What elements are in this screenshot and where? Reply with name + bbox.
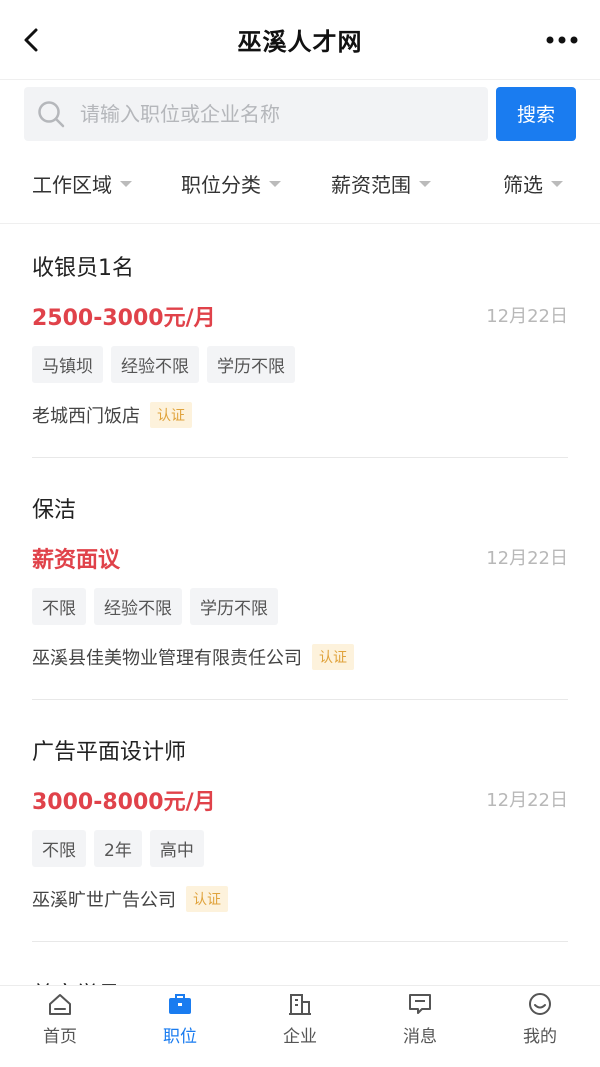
profile-icon (529, 993, 551, 1015)
back-arrow-icon[interactable] (18, 26, 46, 54)
job-card[interactable]: 广告平面设计师 3000-8000元/月 12月22日 不限 2年 高中 巫溪旷… (32, 700, 568, 942)
page-title: 巫溪人才网 (237, 28, 363, 56)
filter-salary-range[interactable]: 薪资范围 (331, 169, 431, 198)
filter-label: 薪资范围 (331, 173, 411, 197)
caret-down-icon (419, 180, 431, 187)
filter-label: 工作区域 (32, 173, 112, 197)
company-row: 巫溪县佳美物业管理有限责任公司 认证 (32, 644, 354, 670)
more-icon[interactable] (544, 30, 580, 50)
company-name: 老城西门饭店 (32, 406, 140, 427)
top-bar: 巫溪人才网 (0, 0, 600, 80)
job-tag: 高中 (149, 830, 204, 867)
company-name: 巫溪旷世广告公司 (32, 890, 176, 911)
job-tag: 经验不限 (111, 346, 199, 383)
job-title: 收银员1名 (32, 256, 134, 281)
filter-work-area[interactable]: 工作区域 (32, 169, 132, 198)
job-title: 广告平面设计师 (32, 740, 187, 765)
search-box[interactable] (24, 86, 488, 141)
job-tag: 学历不限 (207, 346, 295, 383)
job-tag: 学历不限 (190, 588, 278, 625)
caret-down-icon (120, 180, 132, 187)
verified-badge: 认证 (312, 644, 354, 670)
verified-badge: 认证 (150, 402, 192, 428)
job-tag: 经验不限 (94, 588, 182, 625)
company-row: 老城西门饭店 认证 (32, 402, 192, 428)
briefcase-icon (169, 994, 191, 1014)
tab-jobs[interactable]: 职位 (120, 986, 240, 1055)
job-tags: 马镇坝 经验不限 学历不限 (32, 346, 303, 383)
tab-label: 企业 (283, 1027, 317, 1047)
filter-label: 筛选 (503, 173, 543, 197)
bottom-tab-bar: 首页 职位 企业 消息 我的 (0, 985, 600, 1055)
job-date: 12月22日 (486, 790, 568, 811)
tab-profile[interactable]: 我的 (480, 986, 600, 1055)
tab-label: 消息 (403, 1027, 437, 1047)
tab-label: 职位 (163, 1027, 197, 1047)
company-row: 巫溪旷世广告公司 认证 (32, 886, 228, 912)
job-salary: 薪资面议 (32, 548, 121, 573)
job-tags: 不限 经验不限 学历不限 (32, 588, 286, 625)
home-icon (49, 994, 71, 1015)
job-salary: 2500-3000元/月 (32, 306, 216, 331)
tab-companies[interactable]: 企业 (240, 986, 360, 1055)
job-tag: 不限 (32, 588, 86, 625)
tab-messages[interactable]: 消息 (360, 986, 480, 1055)
job-tag: 不限 (32, 830, 86, 867)
job-card[interactable]: 保洁 薪资面议 12月22日 不限 经验不限 学历不限 巫溪县佳美物业管理有限责… (32, 458, 568, 700)
search-button[interactable]: 搜索 (496, 86, 576, 141)
search-input[interactable] (80, 101, 488, 126)
caret-down-icon (269, 180, 281, 187)
job-list: 收银员1名 2500-3000元/月 12月22日 马镇坝 经验不限 学历不限 … (0, 216, 600, 986)
job-date: 12月22日 (486, 548, 568, 569)
message-icon (409, 994, 431, 1014)
job-title: 保洁 (32, 498, 77, 523)
caret-down-icon (551, 180, 563, 187)
filter-more[interactable]: 筛选 (503, 169, 563, 198)
filter-label: 职位分类 (181, 173, 261, 197)
job-card[interactable]: 收银员1名 2500-3000元/月 12月22日 马镇坝 经验不限 学历不限 … (32, 216, 568, 458)
job-tag: 马镇坝 (32, 346, 103, 383)
job-salary: 3000-8000元/月 (32, 790, 216, 815)
company-name: 巫溪县佳美物业管理有限责任公司 (32, 648, 302, 669)
job-tag: 2年 (94, 830, 142, 867)
search-bar: 搜索 (0, 80, 600, 141)
search-icon (38, 100, 65, 127)
building-icon (289, 994, 311, 1015)
filter-job-category[interactable]: 职位分类 (181, 169, 281, 198)
job-tags: 不限 2年 高中 (32, 830, 212, 867)
job-date: 12月22日 (486, 306, 568, 327)
tab-label: 首页 (43, 1027, 77, 1047)
tab-home[interactable]: 首页 (0, 986, 120, 1055)
verified-badge: 认证 (186, 886, 228, 912)
tab-label: 我的 (523, 1027, 557, 1047)
filter-bar: 工作区域 职位分类 薪资范围 筛选 (0, 144, 600, 224)
